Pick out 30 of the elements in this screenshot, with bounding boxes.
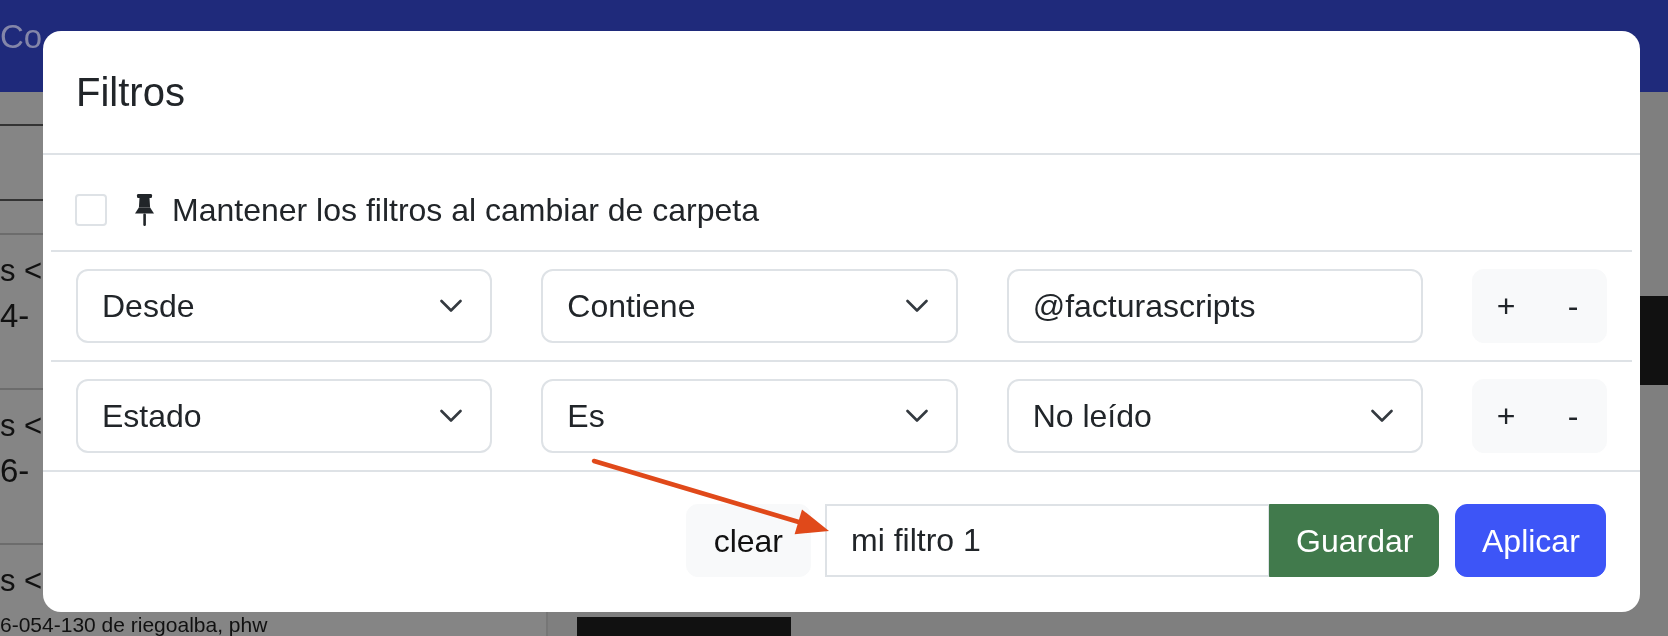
message-subject: 6-054-130 de riegoalba, phw bbox=[0, 613, 268, 636]
message-subject: 6- bbox=[0, 451, 30, 491]
value-input[interactable]: @facturascripts bbox=[1006, 269, 1423, 343]
message-sender: s < bbox=[0, 252, 43, 290]
save-button[interactable]: Guardar bbox=[1269, 503, 1439, 577]
value-dropdown[interactable]: No leído bbox=[1006, 379, 1423, 453]
field-dropdown[interactable]: Estado bbox=[76, 379, 493, 453]
keep-filters-checkbox[interactable] bbox=[75, 194, 107, 226]
filter-name-input[interactable]: mi filtro 1 bbox=[825, 503, 1270, 577]
chevron-down-icon bbox=[1371, 409, 1393, 423]
pushpin-icon bbox=[132, 194, 157, 226]
remove-filter-button[interactable]: - bbox=[1539, 269, 1607, 343]
chevron-down-icon bbox=[440, 409, 463, 423]
clear-button[interactable]: clear bbox=[685, 503, 811, 577]
remove-filter-button[interactable]: - bbox=[1539, 379, 1607, 453]
keep-filters-label: Mantener los filtros al cambiar de carpeta bbox=[172, 194, 759, 226]
chevron-down-icon bbox=[905, 299, 928, 313]
field-dropdown[interactable]: Desde bbox=[76, 269, 493, 343]
chevron-down-icon bbox=[440, 299, 463, 313]
chevron-down-icon bbox=[905, 409, 928, 423]
operator-dropdown[interactable]: Contiene bbox=[541, 269, 958, 343]
apply-button[interactable]: Aplicar bbox=[1455, 503, 1606, 577]
dialog-title: Filtros bbox=[76, 69, 185, 116]
app-title: Co bbox=[0, 18, 43, 56]
add-filter-button[interactable]: + bbox=[1472, 269, 1540, 343]
message-subject: 4- bbox=[0, 296, 30, 336]
message-sender: s < bbox=[0, 562, 43, 600]
add-filter-button[interactable]: + bbox=[1472, 379, 1540, 453]
operator-dropdown[interactable]: Es bbox=[541, 379, 958, 453]
message-sender: s < bbox=[0, 407, 43, 445]
